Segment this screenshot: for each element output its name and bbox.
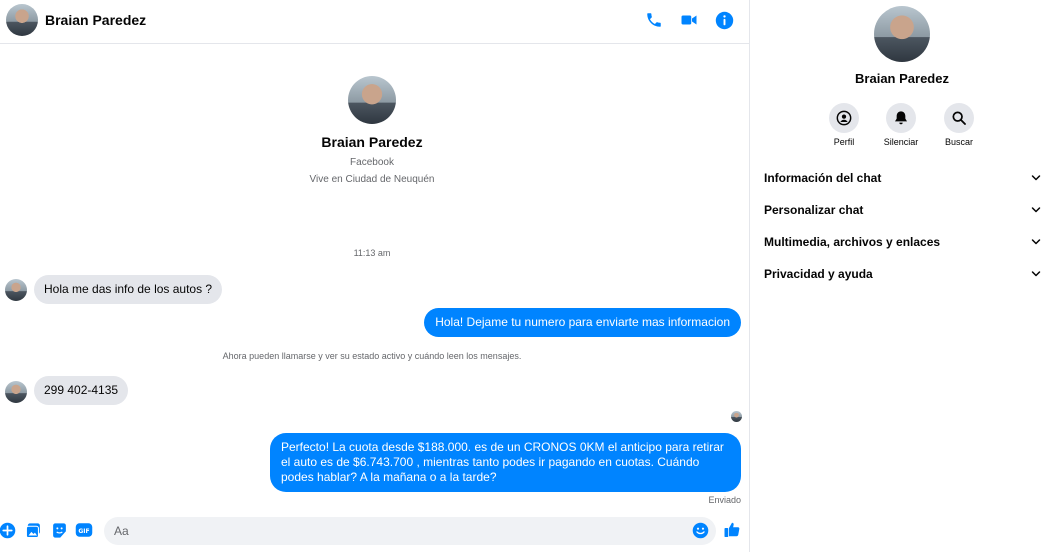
conversation-info-panel: Braian Paredez Perfil Silenciar Buscar I… xyxy=(751,0,1044,552)
intro-platform: Facebook xyxy=(350,157,394,168)
sent-status: Enviado xyxy=(708,495,741,505)
section-media-files-links[interactable]: Multimedia, archivos y enlaces xyxy=(764,231,1042,253)
profile-icon xyxy=(829,103,859,133)
profile-label: Perfil xyxy=(833,137,855,147)
outgoing-message[interactable]: Perfecto! La cuota desde $188.000. es de… xyxy=(270,433,741,492)
svg-text:GIF: GIF xyxy=(78,528,89,535)
section-label: Multimedia, archivos y enlaces xyxy=(764,235,941,249)
system-notice: Ahora pueden llamarse y ver su estado ac… xyxy=(222,351,522,361)
video-icon[interactable] xyxy=(678,9,700,31)
emoji-icon[interactable] xyxy=(691,521,709,539)
chevron-down-icon xyxy=(1031,175,1041,181)
intro-contact-name: Braian Paredez xyxy=(321,134,423,150)
message-timestamp: 11:13 am xyxy=(353,248,391,258)
profile-button[interactable]: Perfil xyxy=(814,103,874,147)
like-icon[interactable] xyxy=(723,520,741,538)
incoming-message[interactable]: Hola me das info de los autos ? xyxy=(34,275,223,304)
mute-button[interactable]: Silenciar xyxy=(871,103,931,147)
sticker-icon[interactable] xyxy=(50,521,68,539)
chevron-down-icon xyxy=(1031,271,1041,277)
search-icon xyxy=(944,103,974,133)
mute-label: Silenciar xyxy=(883,137,919,147)
phone-icon[interactable] xyxy=(643,9,665,31)
contact-intro: Braian Paredez Facebook Vive en Ciudad d… xyxy=(0,76,744,185)
add-icon[interactable] xyxy=(0,521,16,539)
header-contact-name[interactable]: Braian Paredez xyxy=(45,12,146,28)
incoming-message[interactable]: 299 402-4135 xyxy=(34,376,129,405)
photo-icon[interactable] xyxy=(24,521,42,539)
section-privacy-help[interactable]: Privacidad y ayuda xyxy=(764,263,1042,285)
section-label: Personalizar chat xyxy=(764,203,864,217)
section-label: Privacidad y ayuda xyxy=(764,267,873,281)
contact-avatar[interactable] xyxy=(6,4,38,36)
composer: GIF xyxy=(0,514,750,550)
outgoing-message[interactable]: Hola! Dejame tu numero para enviarte mas… xyxy=(424,308,741,337)
intro-avatar[interactable] xyxy=(348,76,396,124)
search-label: Buscar xyxy=(944,137,973,147)
section-label: Información del chat xyxy=(764,171,882,185)
message-input[interactable] xyxy=(104,517,716,545)
info-contact-name: Braian Paredez xyxy=(855,71,949,86)
message-avatar xyxy=(5,279,27,301)
section-customize-chat[interactable]: Personalizar chat xyxy=(764,199,1042,221)
message-avatar xyxy=(5,381,27,403)
chat-header: Braian Paredez xyxy=(0,0,750,44)
section-chat-info[interactable]: Información del chat xyxy=(764,167,1042,189)
chevron-down-icon xyxy=(1031,207,1041,213)
chat-panel: Braian Paredez Braian Paredez Facebook V… xyxy=(0,0,750,552)
info-icon[interactable] xyxy=(713,9,735,31)
search-button[interactable]: Buscar xyxy=(929,103,989,147)
bell-icon xyxy=(886,103,916,133)
chevron-down-icon xyxy=(1031,239,1041,245)
info-avatar[interactable] xyxy=(874,6,930,62)
seen-indicator-avatar xyxy=(731,411,742,422)
intro-location: Vive en Ciudad de Neuquén xyxy=(309,174,435,185)
gif-icon[interactable]: GIF xyxy=(75,521,93,539)
